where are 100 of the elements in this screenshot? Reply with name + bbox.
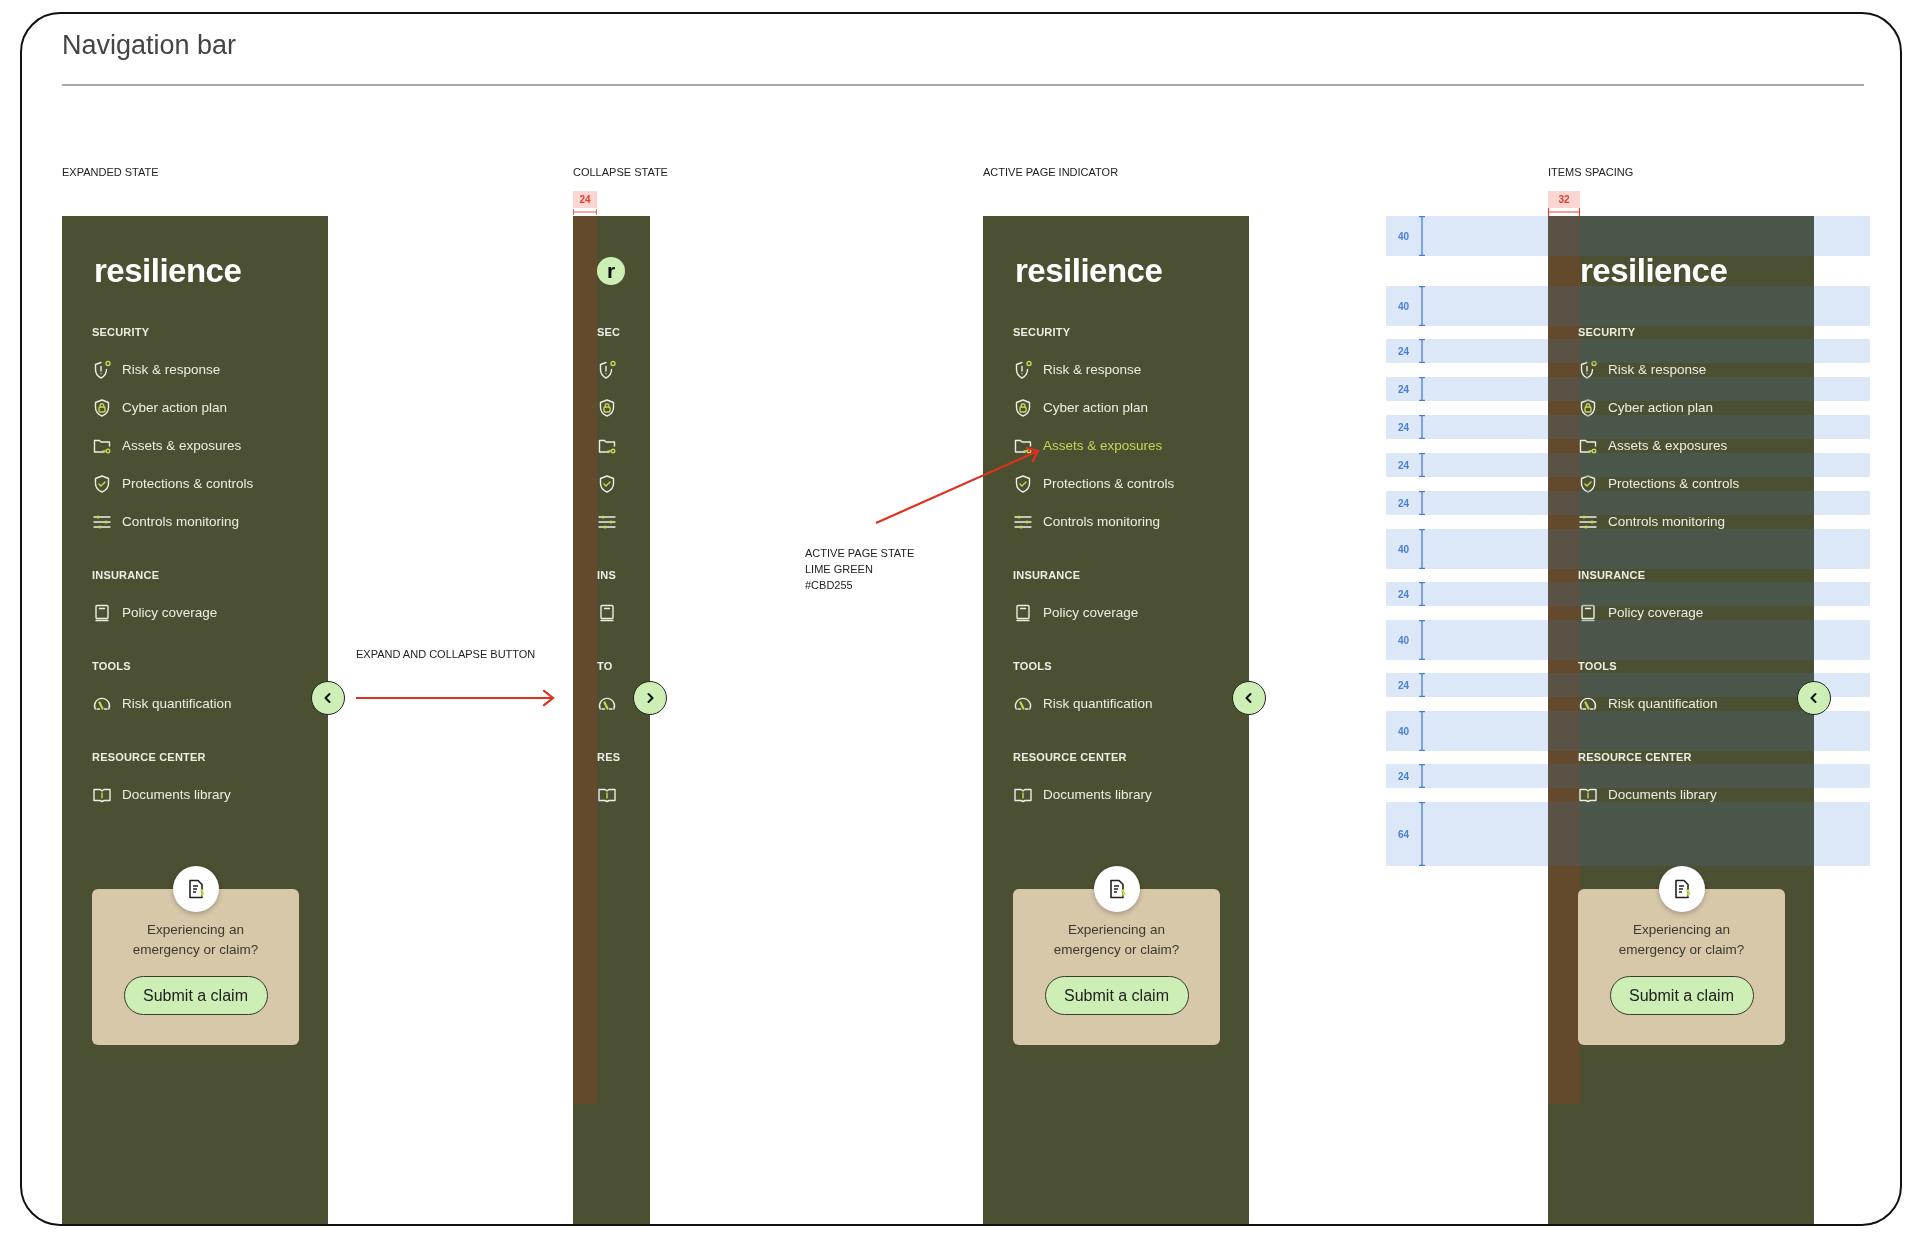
nav-item[interactable] (597, 363, 617, 377)
logo: resilience (94, 256, 242, 286)
nav-item[interactable] (597, 439, 617, 453)
nav-item[interactable]: Protections & controls (1578, 477, 1740, 491)
shield-lock-icon (1013, 398, 1033, 418)
section-label: ACTIVE PAGE INDICATOR (983, 165, 1119, 179)
shield-alert-icon (1013, 360, 1033, 380)
section-heading: INSURANCE (92, 569, 160, 582)
nav-item[interactable]: Cyber action plan (92, 401, 228, 415)
bracket-icon (1418, 415, 1426, 439)
book-icon (1013, 603, 1033, 623)
nav-item[interactable]: Documents library (1013, 788, 1152, 802)
nav-item[interactable]: Cyber action plan (1578, 401, 1714, 415)
book-icon (1578, 603, 1598, 623)
spacing-value: 24 (1398, 770, 1411, 782)
section-heading: SECURITY (1013, 326, 1071, 339)
nav-item[interactable]: Risk quantification (1013, 697, 1153, 711)
nav-item[interactable]: Risk & response (1578, 363, 1707, 377)
section-heading: TOOLS (1013, 660, 1052, 673)
collapse-button[interactable] (311, 681, 345, 715)
bracket-icon (1418, 286, 1426, 326)
claim-text: Experiencing an emergency or claim? (1052, 921, 1181, 959)
section-heading: INSURANCE (1013, 569, 1081, 582)
bracket-icon (1418, 764, 1426, 788)
shield-check-icon (1013, 474, 1033, 494)
section-heading: TOOLS (92, 660, 131, 673)
nav-item[interactable] (597, 606, 617, 620)
section-label: ITEMS SPACING (1548, 165, 1634, 179)
nav-item[interactable]: Controls monitoring (1578, 515, 1726, 529)
section-heading: SECURITY (1578, 326, 1636, 339)
logo: resilience (1580, 256, 1728, 286)
spacing-value: 24 (1398, 459, 1411, 471)
expand-button[interactable] (633, 681, 667, 715)
section-heading: SEC (597, 326, 621, 339)
nav-item[interactable]: Cyber action plan (1013, 401, 1149, 415)
bracket-icon (1418, 216, 1426, 256)
nav-item[interactable]: Assets & exposures (1013, 439, 1163, 453)
nav-item[interactable]: Controls monitoring (1013, 515, 1161, 529)
spacing-value: 24 (1398, 497, 1411, 509)
section-label: EXPANDED STATE (62, 165, 159, 179)
spacing-value: 40 (1398, 725, 1411, 737)
spacing-value: 24 (1398, 679, 1411, 691)
nav-item[interactable]: Controls monitoring (92, 515, 240, 529)
nav-item[interactable]: Policy coverage (1578, 606, 1704, 620)
spacing-value: 24 (1398, 588, 1411, 600)
submit-claim-button[interactable]: Submit a claim (1609, 976, 1754, 1015)
spacing-value: 40 (1398, 543, 1411, 555)
nav-item[interactable] (597, 697, 617, 711)
bracket-icon (1418, 673, 1426, 697)
nav-item[interactable]: Risk quantification (92, 697, 232, 711)
bracket-icon (1418, 453, 1426, 477)
shield-check-icon (597, 474, 617, 494)
nav-item[interactable] (597, 401, 617, 415)
bracket-icon (1418, 711, 1426, 751)
spacing-value: 64 (1398, 828, 1411, 840)
shield-alert-icon (92, 360, 112, 380)
shield-alert-icon (597, 360, 617, 380)
spacing-value: 24 (1398, 383, 1411, 395)
nav-item[interactable]: Risk & response (92, 363, 221, 377)
shield-check-icon (1578, 474, 1598, 494)
bracket-icon (1418, 339, 1426, 363)
collapse-button[interactable] (1797, 681, 1831, 715)
nav-item[interactable]: Documents library (1578, 788, 1717, 802)
submit-claim-button[interactable]: Submit a claim (1044, 976, 1189, 1015)
bracket-icon (1418, 582, 1426, 606)
dimension-line (1548, 208, 1580, 216)
annotation-text: EXPAND AND COLLAPSE BUTTON (356, 647, 537, 662)
nav-item[interactable] (597, 515, 617, 529)
nav-item[interactable]: Assets & exposures (1578, 439, 1728, 453)
nav-item[interactable]: Assets & exposures (92, 439, 242, 453)
nav-item[interactable]: Documents library (92, 788, 231, 802)
nav-item[interactable]: Risk quantification (1578, 697, 1718, 711)
section-heading: TO (597, 660, 613, 673)
section-heading: INS (597, 569, 616, 582)
nav-item[interactable]: Protections & controls (92, 477, 254, 491)
bracket-icon (1418, 802, 1426, 866)
section-heading: RES (597, 751, 621, 764)
nav-item[interactable]: Policy coverage (92, 606, 218, 620)
bracket-icon (1418, 620, 1426, 660)
section-heading: SECURITY (92, 326, 150, 339)
spacing-value: 40 (1398, 230, 1411, 242)
nav-item[interactable] (597, 477, 617, 491)
section-label: COLLAPSE STATE (573, 165, 668, 179)
nav-item[interactable] (597, 788, 617, 802)
book-icon (597, 603, 617, 623)
annotation-text: ACTIVE PAGE STATE LIME GREEN #CBD255 (805, 546, 916, 593)
book-icon (92, 603, 112, 623)
shield-lock-icon (597, 398, 617, 418)
section-heading: RESOURCE CENTER (1578, 751, 1692, 764)
collapse-button[interactable] (1232, 681, 1266, 715)
shield-alert-icon (1578, 360, 1598, 380)
logo: r (597, 257, 625, 285)
nav-item[interactable]: Policy coverage (1013, 606, 1139, 620)
bracket-icon (1418, 377, 1426, 401)
claim-text: Experiencing an emergency or claim? (1617, 921, 1746, 959)
nav-item[interactable]: Protections & controls (1013, 477, 1175, 491)
bracket-icon (1418, 491, 1426, 515)
nav-item[interactable]: Risk & response (1013, 363, 1142, 377)
spacing-value: 40 (1398, 634, 1411, 646)
submit-claim-button[interactable]: Submit a claim (123, 976, 268, 1015)
